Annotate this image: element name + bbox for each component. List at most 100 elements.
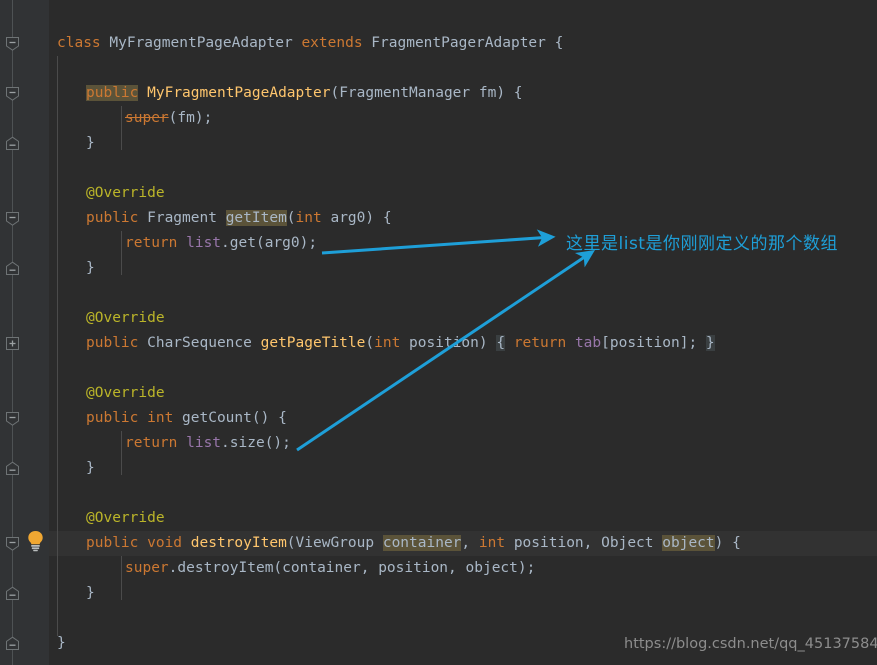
code-token: public (86, 535, 148, 551)
code-token: position (378, 560, 449, 576)
code-token: } (57, 635, 66, 651)
fold-minus-down-icon[interactable] (5, 411, 20, 426)
editor-gutter (0, 0, 49, 665)
code-token: ( (286, 535, 296, 551)
code-token: ]; (679, 335, 698, 351)
code-line[interactable]: @Override (49, 381, 877, 406)
code-line[interactable]: super(fm); (49, 106, 877, 131)
code-token: destroyItem (177, 560, 274, 576)
code-token: getPageTitle (260, 335, 366, 351)
code-token: return (125, 435, 187, 451)
folded-code-token: { (496, 335, 506, 351)
code-token: public (86, 410, 148, 426)
fold-minus-up-icon[interactable] (5, 461, 20, 476)
code-token: fm (177, 110, 195, 126)
code-token: return (125, 235, 187, 251)
code-token: class (57, 35, 110, 51)
code-editor-area[interactable]: class MyFragmentPageAdapter extends Frag… (49, 0, 877, 665)
code-line[interactable]: @Override (49, 506, 877, 531)
code-line[interactable]: public MyFragmentPageAdapter(FragmentMan… (49, 81, 877, 106)
code-token: list (186, 235, 222, 251)
fold-minus-up-icon[interactable] (5, 586, 20, 601)
code-line[interactable]: } (49, 256, 877, 281)
code-token: } (86, 135, 95, 151)
code-token: public (86, 335, 148, 351)
code-line[interactable]: @Override (49, 306, 877, 331)
code-token: return (513, 335, 575, 351)
code-token: ); (194, 110, 213, 126)
code-token: public (86, 210, 148, 226)
code-token: () { (251, 410, 287, 426)
code-token: [ (601, 335, 610, 351)
code-token: CharSequence (147, 335, 261, 351)
code-token: int (374, 335, 401, 351)
code-token: , (583, 535, 602, 551)
code-token: int (147, 410, 183, 426)
code-line[interactable]: public CharSequence getPageTitle(int pos… (49, 331, 877, 356)
code-line[interactable]: } (49, 631, 877, 656)
fold-minus-down-icon[interactable] (5, 36, 20, 51)
code-token: @Override (86, 510, 165, 526)
code-token: position (609, 335, 680, 351)
code-token: ) { (496, 85, 523, 101)
code-token: , (448, 560, 466, 576)
code-token: ( (365, 335, 375, 351)
code-token: @Override (86, 310, 165, 326)
code-token: { (554, 35, 564, 51)
highlighted-token: object (662, 535, 715, 551)
code-token: ( (286, 210, 296, 226)
code-token: int (295, 210, 322, 226)
code-token: arg0 (264, 235, 300, 251)
code-line[interactable]: public void destroyItem(ViewGroup contai… (49, 531, 877, 556)
code-token: super (125, 560, 169, 576)
lightbulb-icon[interactable] (26, 530, 45, 552)
fold-minus-up-icon[interactable] (5, 136, 20, 151)
highlighted-token: container (382, 535, 462, 551)
code-token: @Override (86, 185, 165, 201)
code-token: ) { (714, 535, 741, 551)
code-token: position (400, 335, 479, 351)
code-token: MyFragmentPageAdapter (109, 35, 302, 51)
code-token: position (505, 535, 584, 551)
code-token: destroyItem (190, 535, 287, 551)
code-line[interactable]: @Override (49, 181, 877, 206)
fold-plus-icon[interactable] (5, 336, 20, 351)
code-token: . (221, 435, 230, 451)
fold-minus-down-icon[interactable] (5, 536, 20, 551)
code-token: list (186, 435, 222, 451)
code-line[interactable]: } (49, 131, 877, 156)
code-line[interactable]: super.destroyItem(container, position, o… (49, 556, 877, 581)
fold-minus-down-icon[interactable] (5, 86, 20, 101)
code-line[interactable]: class MyFragmentPageAdapter extends Frag… (49, 31, 877, 56)
code-token: ( (255, 235, 265, 251)
code-line[interactable]: } (49, 581, 877, 606)
fold-minus-down-icon[interactable] (5, 211, 20, 226)
code-line[interactable]: return list.get(arg0); (49, 231, 877, 256)
code-token: MyFragmentPageAdapter (147, 85, 331, 101)
code-line[interactable]: public Fragment getItem(int arg0) { (49, 206, 877, 231)
code-token: int (478, 535, 506, 551)
fold-minus-up-icon[interactable] (5, 261, 20, 276)
code-token: getCount (182, 410, 252, 426)
code-token: ); (517, 560, 536, 576)
code-token: ( (330, 85, 340, 101)
code-token: void (147, 535, 191, 551)
code-token: object (465, 560, 518, 576)
fold-minus-up-icon[interactable] (5, 636, 20, 651)
code-line[interactable]: } (49, 456, 877, 481)
highlighted-token: getItem (225, 210, 287, 226)
code-token: Object (601, 535, 654, 551)
code-token: get (229, 235, 256, 251)
code-token: @Override (86, 385, 165, 401)
code-token: , (360, 560, 379, 576)
code-token: (); (264, 435, 291, 451)
code-line[interactable]: public int getCount() { (49, 406, 877, 431)
code-line[interactable]: return list.size(); (49, 431, 877, 456)
code-token: } (86, 460, 95, 476)
ide-editor-window: class MyFragmentPageAdapter extends Frag… (0, 0, 877, 665)
code-token: FragmentPagerAdapter (371, 35, 555, 51)
